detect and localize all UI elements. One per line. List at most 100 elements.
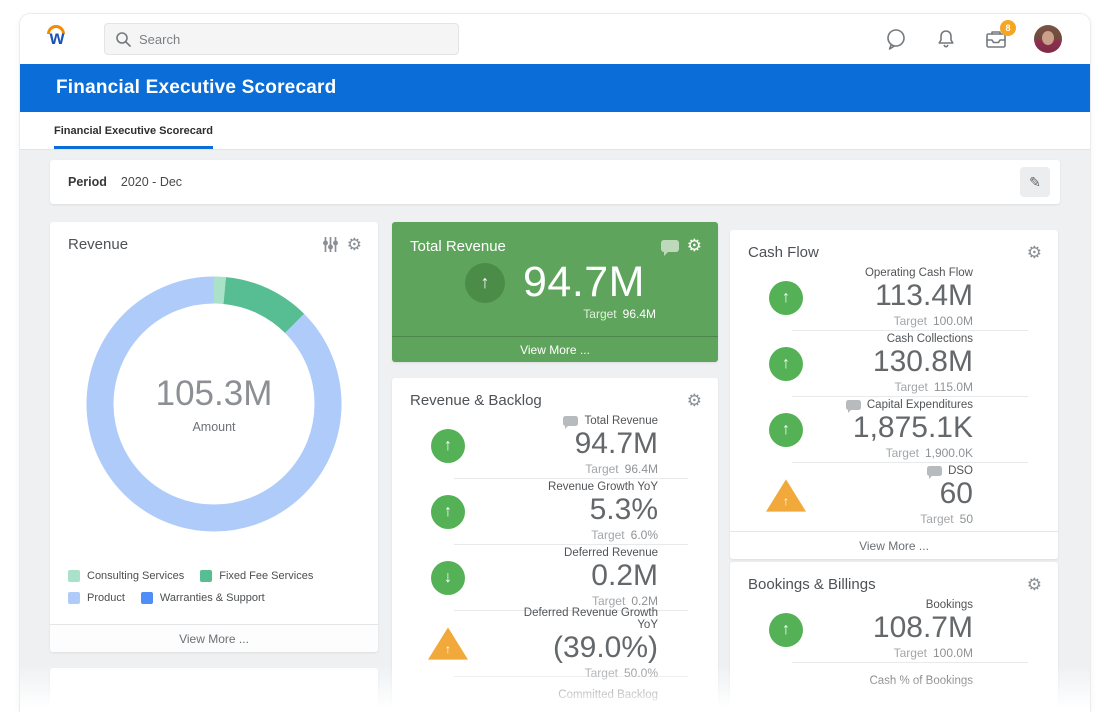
legend-swatch [140,592,153,604]
total-revenue-title: Total Revenue [410,237,506,255]
donut-center-value: 105.3M [155,374,273,413]
gear-icon[interactable]: ⚙ [347,236,362,253]
kpi-value: 5.3% [589,493,658,527]
total-revenue-view-more[interactable]: View More ... [392,336,718,362]
kpi-label: Capital Expenditures [842,399,973,414]
legend-item: Fixed Fee Services [200,570,313,582]
status-icon: ↑ [428,627,468,660]
period-label: Period [68,175,107,189]
comment-icon[interactable] [845,400,861,414]
kpi-value: (39.0%) [552,631,658,665]
gear-icon[interactable]: ⚙ [687,392,702,409]
kpi-target: Target 96.4M [585,461,658,476]
donut-center-label: Amount [192,420,236,434]
kpi-value: 130.8M [872,345,973,379]
tab-bar: Financial Executive Scorecard [20,112,1090,150]
kpi-target: Target 50.0% [584,665,658,680]
chat-icon[interactable] [884,27,908,51]
revenue-view-more[interactable]: View More ... [50,624,378,652]
kpi-row: ↑ Operating Cash Flow 113.4M Target 100.0… [730,265,1058,330]
bookings-billings-title: Bookings & Billings [748,576,876,593]
kpi-label: Revenue Growth YoY [548,481,658,494]
search-input[interactable] [139,31,419,47]
kpi-row: ↑ Deferred Revenue Growth YoY (39.0%) Ta… [392,607,718,680]
app-window: w 8 Financial Executive Scorecard Financ… [20,14,1090,712]
search-bar[interactable] [104,23,459,55]
kpi-label: Bookings [925,599,973,612]
kpi-target: Target 1,900.0K [885,445,973,460]
next-kpi-label-partial: Committed Backlog [558,689,658,701]
kpi-row: ↑ Bookings 108.7M Target 100.0M [730,597,1058,662]
kpi-row: ↑ Cash Collections 130.8M Target 115.0M [730,331,1058,396]
comment-icon[interactable] [563,416,579,430]
comment-icon[interactable] [927,466,943,480]
period-bar: Period 2020 - Dec ✎ [50,160,1060,204]
chart-settings-icon[interactable] [322,236,339,253]
workday-logo[interactable]: w [44,24,70,54]
total-revenue-value: 94.7M [522,258,645,306]
kpi-row: ↓ Deferred Revenue 0.2M Target 0.2M [392,545,718,610]
kpi-row: ↑ Total Revenue 94.7M Target 96.4M [392,413,718,478]
status-icon: ↑ [766,479,806,512]
top-bar: w 8 [20,14,1090,64]
kpi-target: Target 0.2M [591,593,658,608]
kpi-value: 94.7M [574,427,658,461]
cash-flow-title: Cash Flow [748,244,819,261]
kpi-value: 60 [939,477,973,511]
cash-flow-view-more[interactable]: View More ... [730,531,1058,559]
status-icon: ↑ [769,346,803,381]
kpi-target: Target 115.0M [894,379,974,394]
inbox-badge: 8 [1000,20,1016,36]
legend-swatch [200,570,213,582]
kpi-target: Target 6.0% [591,527,658,542]
kpi-label: Cash Collections [886,333,973,346]
gear-icon[interactable]: ⚙ [1027,576,1042,593]
legend-swatch [68,592,80,604]
revenue-donut: 105.3M Amount [86,276,342,532]
kpi-target: Target 50 [920,511,973,526]
kpi-value: 113.4M [875,279,973,313]
legend-item: Product [68,592,125,604]
donut-legend: Consulting Services Fixed Fee Services P… [68,570,368,604]
legend-swatch [68,570,80,582]
total-revenue-target: Target 96.4M [583,307,656,321]
notifications-bell-icon[interactable] [934,27,958,51]
total-revenue-card: Total Revenue ⚙ ↑ 94.7M Target 96.4M View… [392,222,718,362]
revenue-card-title: Revenue [68,236,129,253]
next-kpi-label-partial: Cash % of Bookings [869,675,973,687]
kpi-target: Target 100.0M [893,313,973,328]
kpi-label: Deferred Revenue [564,547,658,560]
partial-card [50,668,378,712]
kpi-value: 1,875.1K [852,411,973,445]
kpi-row: ↑ DSO 60 Target 50 [730,463,1058,528]
kpi-row: ↑ Revenue Growth YoY 5.3% Target 6.0% [392,479,718,544]
status-icon: ↑ [769,280,803,315]
bookings-billings-card: Bookings & Billings ⚙ ↑ Bookings 108.7M … [730,562,1058,712]
search-icon [116,32,131,47]
status-icon: ↓ [431,560,465,595]
comment-icon[interactable] [660,240,679,256]
gear-icon[interactable]: ⚙ [687,236,702,256]
status-up-icon: ↑ [464,262,505,303]
user-avatar[interactable] [1034,25,1062,53]
kpi-label: Operating Cash Flow [864,267,973,280]
period-value: 2020 - Dec [120,175,183,189]
legend-item: Warranties & Support [140,592,265,604]
page-title: Financial Executive Scorecard [56,77,337,98]
revenue-card: Revenue ⚙ 105.3M Amount Consulting Servi… [50,222,378,652]
status-icon: ↑ [769,612,803,647]
kpi-value: 108.7M [872,611,973,645]
revenue-backlog-title: Revenue & Backlog [410,392,542,409]
tab-financial-executive-scorecard[interactable]: Financial Executive Scorecard [54,125,213,149]
edit-period-button[interactable]: ✎ [1020,167,1050,197]
kpi-target: Target 100.0M [893,645,973,660]
inbox-tray-icon[interactable]: 8 [984,20,1016,51]
logo-letter: w [49,28,65,49]
cash-flow-card: Cash Flow ⚙ ↑ Operating Cash Flow 113.4M… [730,230,1058,559]
page-header: Financial Executive Scorecard [20,64,1090,112]
revenue-backlog-card: Revenue & Backlog ⚙ ↑ Total Revenue 94.7… [392,378,718,712]
kpi-row: ↑ Capital Expenditures 1,875.1K Target 1,… [730,397,1058,462]
legend-item: Consulting Services [68,570,184,582]
kpi-label: DSO [842,465,973,480]
gear-icon[interactable]: ⚙ [1027,244,1042,261]
